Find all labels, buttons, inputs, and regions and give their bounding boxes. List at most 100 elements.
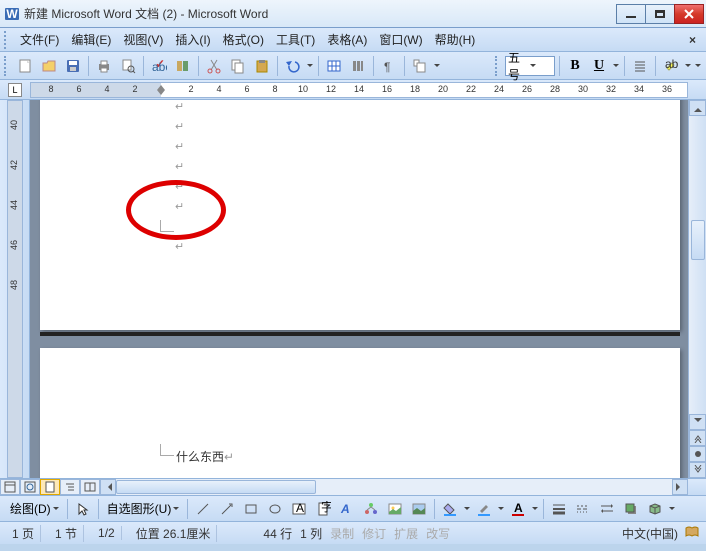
vruler-tick: 48 xyxy=(9,280,19,290)
oval-icon[interactable] xyxy=(264,498,286,520)
page-2[interactable]: 什么东西↵ xyxy=(40,348,680,478)
status-ext[interactable]: 扩展 xyxy=(394,525,418,542)
scroll-right-button[interactable] xyxy=(672,479,688,495)
vertical-textbox-icon[interactable]: 字 xyxy=(312,498,334,520)
status-lang[interactable]: 中文(中国) xyxy=(622,525,678,542)
show-marks-icon[interactable]: ¶ xyxy=(378,55,400,77)
scroll-down-button[interactable] xyxy=(689,414,706,430)
menu-help[interactable]: 帮助(H) xyxy=(429,29,482,50)
footer-text[interactable]: 什么东西↵ xyxy=(176,448,234,465)
draw-menu[interactable]: 绘图(D) xyxy=(6,498,63,519)
vertical-ruler[interactable]: 4042444648 xyxy=(0,100,30,478)
undo-dropdown[interactable] xyxy=(306,61,314,70)
scroll-up-button[interactable] xyxy=(689,100,706,116)
reading-view-button[interactable] xyxy=(80,479,100,495)
drawbar-overflow[interactable] xyxy=(668,504,676,513)
web-view-button[interactable] xyxy=(20,479,40,495)
menu-table[interactable]: 表格(A) xyxy=(321,29,373,50)
maximize-button[interactable] xyxy=(645,4,675,24)
document-canvas[interactable]: ↵ ↵ ↵ ↵ ↵ ↵ ↵ 什么东西↵ xyxy=(30,100,688,478)
arrow-style-icon[interactable] xyxy=(596,498,618,520)
wordart-icon[interactable]: A xyxy=(336,498,358,520)
menu-window[interactable]: 窗口(W) xyxy=(373,29,428,50)
copy-icon[interactable] xyxy=(227,55,249,77)
horizontal-ruler[interactable]: 864224681012141618202224262830323436 xyxy=(30,82,688,98)
undo-icon[interactable] xyxy=(282,55,304,77)
clipart-icon[interactable] xyxy=(384,498,406,520)
hscroll-thumb[interactable] xyxy=(116,480,316,494)
font-color-dropdown[interactable] xyxy=(531,504,539,513)
vertical-scrollbar[interactable] xyxy=(688,100,706,478)
spellcheck-icon[interactable]: ✓abc xyxy=(148,55,170,77)
status-rev[interactable]: 修订 xyxy=(362,525,386,542)
close-button[interactable] xyxy=(674,4,704,24)
print-layout-view-button[interactable] xyxy=(40,479,60,495)
arrow-icon[interactable] xyxy=(216,498,238,520)
prev-page-button[interactable] xyxy=(689,430,706,446)
open-icon[interactable] xyxy=(38,55,60,77)
ruler-tick: 6 xyxy=(244,84,249,94)
research-icon[interactable] xyxy=(172,55,194,77)
save-icon[interactable] xyxy=(62,55,84,77)
font-size-select[interactable]: 五号 xyxy=(505,56,555,76)
normal-view-button[interactable] xyxy=(0,479,20,495)
new-doc-icon[interactable] xyxy=(14,55,36,77)
print-preview-icon[interactable] xyxy=(117,55,139,77)
underline-button[interactable]: U xyxy=(588,55,610,77)
select-objects-icon[interactable] xyxy=(72,498,94,520)
toolbar-overflow[interactable] xyxy=(433,61,441,70)
line-color-dropdown[interactable] xyxy=(497,504,505,513)
menubar-grip[interactable] xyxy=(4,31,10,49)
fill-color-dropdown[interactable] xyxy=(463,504,471,513)
highlight-icon[interactable]: ab xyxy=(660,55,682,77)
scroll-thumb[interactable] xyxy=(691,220,705,260)
line-color-icon[interactable] xyxy=(473,498,495,520)
menu-view[interactable]: 视图(V) xyxy=(117,29,169,50)
columns-icon[interactable] xyxy=(347,55,369,77)
format-toolbar-grip[interactable] xyxy=(495,56,501,76)
highlight-dropdown[interactable] xyxy=(684,61,692,70)
annotation-ellipse xyxy=(126,180,226,240)
insert-table-icon[interactable] xyxy=(323,55,345,77)
menu-format[interactable]: 格式(O) xyxy=(217,29,270,50)
ruler-tick: 12 xyxy=(326,84,336,94)
menu-file[interactable]: 文件(F) xyxy=(14,29,65,50)
outline-view-button[interactable] xyxy=(60,479,80,495)
menu-insert[interactable]: 插入(I) xyxy=(169,29,216,50)
zoom-icon[interactable] xyxy=(409,55,431,77)
next-page-button[interactable] xyxy=(689,462,706,478)
status-ovr[interactable]: 改写 xyxy=(426,525,450,542)
doc-close-button[interactable]: × xyxy=(683,33,702,47)
line-style-icon[interactable] xyxy=(548,498,570,520)
status-book-icon[interactable] xyxy=(684,525,700,542)
fill-color-icon[interactable] xyxy=(439,498,461,520)
autoshapes-menu[interactable]: 自选图形(U) xyxy=(103,498,184,519)
minimize-button[interactable] xyxy=(616,4,646,24)
print-icon[interactable] xyxy=(93,55,115,77)
bold-button[interactable]: B xyxy=(564,55,586,77)
menu-tools[interactable]: 工具(T) xyxy=(270,29,321,50)
status-pages: 1/2 xyxy=(92,526,122,540)
line-icon[interactable] xyxy=(192,498,214,520)
menu-edit[interactable]: 编辑(E) xyxy=(65,29,117,50)
rectangle-icon[interactable] xyxy=(240,498,262,520)
browse-object-button[interactable] xyxy=(689,446,706,462)
status-rec[interactable]: 录制 xyxy=(330,525,354,542)
3d-icon[interactable] xyxy=(644,498,666,520)
ruler-tick: 28 xyxy=(550,84,560,94)
tab-selector[interactable]: L xyxy=(0,81,30,99)
picture-icon[interactable] xyxy=(408,498,430,520)
textbox-icon[interactable]: A xyxy=(288,498,310,520)
scroll-left-button[interactable] xyxy=(100,479,116,495)
underline-dropdown[interactable] xyxy=(612,61,620,70)
paste-icon[interactable] xyxy=(251,55,273,77)
horizontal-scrollbar[interactable] xyxy=(100,479,688,495)
toolbar-grip[interactable] xyxy=(4,56,10,76)
format-toolbar-overflow[interactable] xyxy=(694,61,702,70)
font-color-icon[interactable]: A xyxy=(507,498,529,520)
align-justify-icon[interactable] xyxy=(629,55,651,77)
shadow-icon[interactable] xyxy=(620,498,642,520)
cut-icon[interactable] xyxy=(203,55,225,77)
diagram-icon[interactable] xyxy=(360,498,382,520)
dash-style-icon[interactable] xyxy=(572,498,594,520)
